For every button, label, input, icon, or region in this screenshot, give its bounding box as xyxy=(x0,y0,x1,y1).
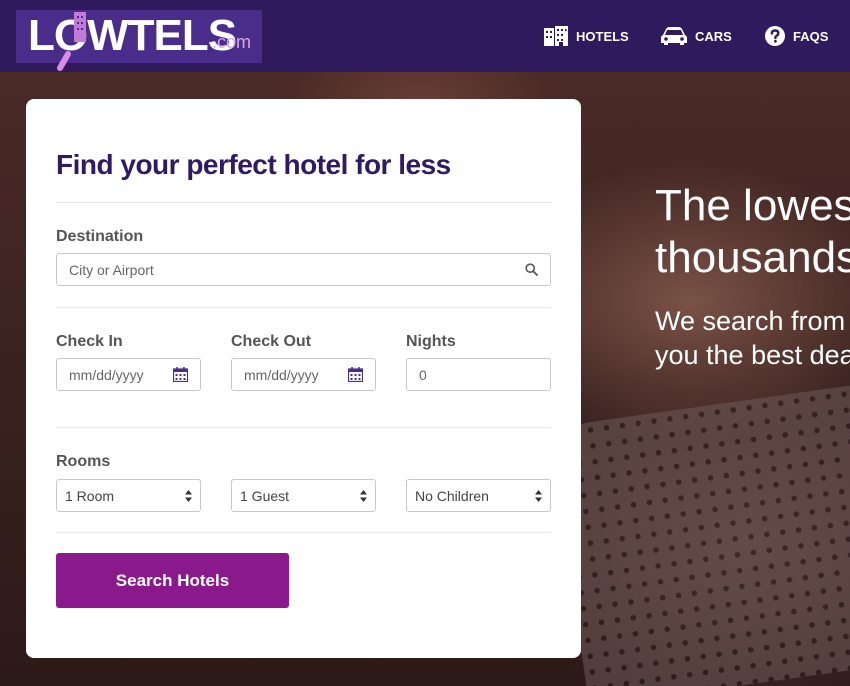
hero-headline-line-1: The lowes xyxy=(655,181,850,230)
hero-subhead: We search from you the best dea xyxy=(655,304,850,372)
nav-hotels-label: HOTELS xyxy=(576,28,629,44)
hero-headline-line-2: thousands xyxy=(655,233,850,282)
select-arrows-icon xyxy=(360,489,367,502)
check-in-label: Check In xyxy=(56,333,123,350)
children-value: No Children xyxy=(415,487,489,504)
calendar-icon[interactable] xyxy=(348,367,363,382)
pillow-image xyxy=(549,383,850,686)
rooms-value: 1 Room xyxy=(65,487,115,504)
select-arrows-icon xyxy=(535,489,542,502)
destination-input[interactable]: City or Airport xyxy=(56,253,551,286)
children-select[interactable]: No Children xyxy=(406,479,551,512)
check-out-label: Check Out xyxy=(231,333,312,350)
check-in-placeholder: mm/dd/yyyy xyxy=(69,366,144,383)
nav-faqs[interactable]: FAQS xyxy=(765,0,828,72)
divider xyxy=(56,202,551,203)
guests-value: 1 Guest xyxy=(240,487,290,504)
search-hotels-button[interactable]: Search Hotels xyxy=(56,553,289,608)
destination-placeholder: City or Airport xyxy=(69,261,154,278)
car-icon xyxy=(661,27,687,45)
select-arrows-icon xyxy=(185,489,192,502)
nights-input[interactable]: 0 xyxy=(406,358,551,391)
search-icon xyxy=(525,263,538,276)
magnifier-building-icon xyxy=(57,12,86,71)
logo-suffix: .com xyxy=(212,32,252,52)
lowtels-logo[interactable]: LOWTELS .com xyxy=(16,10,262,71)
nights-label: Nights xyxy=(406,333,456,350)
form-title: Find your perfect hotel for less xyxy=(56,149,451,180)
hotel-icon xyxy=(544,26,568,46)
check-out-input[interactable]: mm/dd/yyyy xyxy=(231,358,376,391)
question-icon xyxy=(765,26,785,46)
nav-cars-label: CARS xyxy=(695,28,732,44)
divider xyxy=(56,532,551,533)
destination-label: Destination xyxy=(56,228,144,245)
hero-headline: The lowes thousands xyxy=(655,180,850,284)
nav-hotels[interactable]: HOTELS xyxy=(544,0,629,72)
hero-subhead-line-2: you the best dea xyxy=(655,340,850,370)
nav-faqs-label: FAQS xyxy=(793,28,829,44)
top-navigation-bar: LOWTELS .com HOTELS CARS FAQS xyxy=(0,0,850,72)
nav-cars[interactable]: CARS xyxy=(661,0,732,72)
hero-subhead-line-1: We search from xyxy=(655,306,846,336)
guests-select[interactable]: 1 Guest xyxy=(231,479,376,512)
divider xyxy=(56,427,551,428)
rooms-label: Rooms xyxy=(56,453,111,470)
check-in-input[interactable]: mm/dd/yyyy xyxy=(56,358,201,391)
calendar-icon[interactable] xyxy=(173,367,188,382)
rooms-select[interactable]: 1 Room xyxy=(56,479,201,512)
nights-value: 0 xyxy=(419,366,427,383)
check-out-placeholder: mm/dd/yyyy xyxy=(244,366,319,383)
hotel-search-card: Find your perfect hotel for less Destina… xyxy=(26,99,581,658)
divider xyxy=(56,307,551,308)
